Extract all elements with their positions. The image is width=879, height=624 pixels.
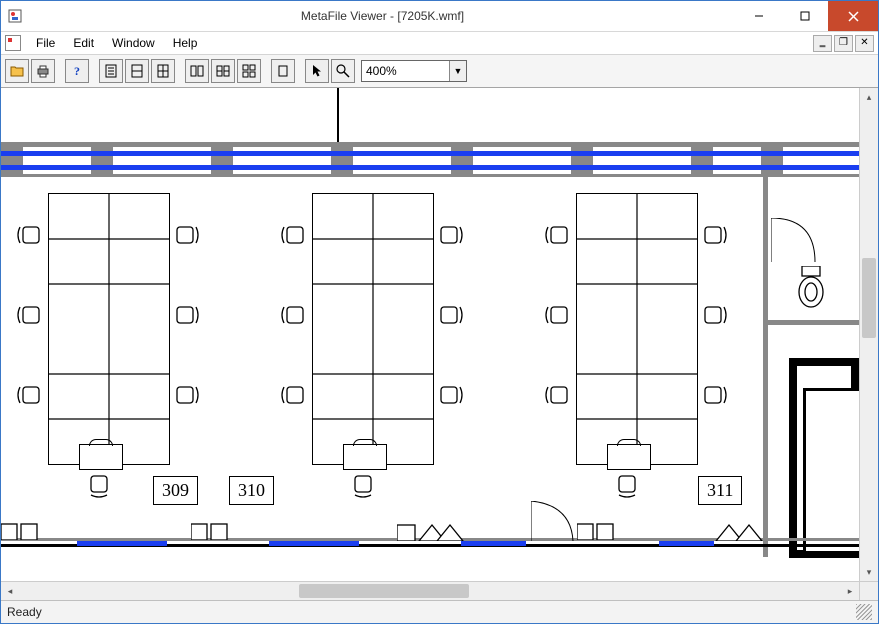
chair-icon: [279, 301, 307, 329]
fixture-icon: [1, 516, 51, 543]
room-label: 309: [153, 476, 198, 505]
four-up-button[interactable]: [237, 59, 261, 83]
fixture-icon: [397, 513, 467, 544]
chair-icon: [15, 381, 43, 409]
titlebar: MetaFile Viewer - [7205K.wmf]: [1, 1, 878, 32]
grid-button[interactable]: [151, 59, 175, 83]
help-button[interactable]: ?: [65, 59, 89, 83]
desk-cluster: [312, 193, 434, 465]
mdi-minimize-button[interactable]: ‗: [813, 35, 832, 52]
divider: [461, 541, 526, 546]
equipment-icon: [343, 444, 387, 470]
vertical-scrollbar[interactable]: ▴ ▾: [859, 88, 878, 581]
chair-icon: [15, 221, 43, 249]
window-controls: [736, 1, 878, 31]
fixture-icon: [714, 513, 769, 544]
scroll-thumb[interactable]: [299, 584, 469, 598]
app-icon: [7, 8, 23, 24]
mdi-restore-button[interactable]: ❐: [834, 35, 853, 52]
menubar: File Edit Window Help ‗ ❐ ✕: [1, 32, 878, 55]
desk-cluster: [576, 193, 698, 465]
wall-segment: [1, 174, 859, 177]
wall-segment: [763, 177, 768, 557]
print-button[interactable]: [31, 59, 55, 83]
content-area: 309 310 311 ▴ ▾: [1, 88, 878, 581]
chair-icon: [85, 472, 113, 500]
fit-page-button[interactable]: [99, 59, 123, 83]
chair-icon: [701, 381, 729, 409]
chair-icon: [543, 301, 571, 329]
single-page-button[interactable]: [271, 59, 295, 83]
resize-grip-icon[interactable]: [856, 604, 872, 620]
chair-icon: [279, 221, 307, 249]
document-canvas[interactable]: 309 310 311: [1, 88, 859, 581]
two-column-button[interactable]: [185, 59, 209, 83]
menu-window[interactable]: Window: [103, 34, 164, 52]
scroll-track[interactable]: [19, 582, 841, 600]
scroll-down-icon[interactable]: ▾: [860, 563, 878, 581]
zoom-select[interactable]: 400% ▼: [361, 60, 467, 82]
divider: [659, 541, 714, 546]
horizontal-scrollbar[interactable]: ◂ ▸: [1, 581, 878, 600]
scroll-left-icon[interactable]: ◂: [1, 582, 19, 600]
chair-icon: [173, 221, 201, 249]
pointer-button[interactable]: [305, 59, 329, 83]
maximize-button[interactable]: [782, 1, 828, 31]
menu-help[interactable]: Help: [164, 34, 207, 52]
scroll-up-icon[interactable]: ▴: [860, 88, 878, 106]
dropdown-arrow-icon: ▼: [449, 61, 466, 81]
chair-icon: [613, 472, 641, 500]
door-swing: [531, 501, 577, 541]
menu-edit[interactable]: Edit: [64, 34, 103, 52]
fixture-icon: [191, 516, 231, 543]
close-button[interactable]: [828, 1, 878, 31]
equipment-icon: [79, 444, 123, 470]
status-text: Ready: [7, 605, 42, 619]
fixture-icon: [577, 516, 617, 543]
menu-file[interactable]: File: [27, 34, 64, 52]
chair-icon: [279, 381, 307, 409]
divider: [77, 541, 167, 546]
zoom-button[interactable]: [331, 59, 355, 83]
chair-icon: [173, 381, 201, 409]
mdi-close-button[interactable]: ✕: [855, 35, 874, 52]
document-icon: [5, 35, 21, 51]
minimize-button[interactable]: [736, 1, 782, 31]
two-column-split-button[interactable]: [211, 59, 235, 83]
zoom-value: 400%: [366, 64, 397, 78]
open-button[interactable]: [5, 59, 29, 83]
wall-segment: [803, 388, 859, 554]
equipment-icon: [607, 444, 651, 470]
chair-icon: [349, 472, 377, 500]
chair-icon: [437, 221, 465, 249]
chair-icon: [173, 301, 201, 329]
scroll-thumb[interactable]: [862, 258, 876, 338]
chair-icon: [543, 221, 571, 249]
toolbar: ? 400% ▼: [1, 55, 878, 88]
chair-icon: [15, 301, 43, 329]
chair-icon: [543, 381, 571, 409]
chair-icon: [437, 301, 465, 329]
door-swing: [771, 218, 819, 266]
fit-width-button[interactable]: [125, 59, 149, 83]
window-title: MetaFile Viewer - [7205K.wmf]: [29, 9, 736, 23]
chair-icon: [701, 301, 729, 329]
mdi-controls: ‗ ❐ ✕: [813, 35, 874, 52]
divider: [1, 165, 859, 170]
desk-cluster: [48, 193, 170, 465]
chair-icon: [701, 221, 729, 249]
wall-segment: [768, 320, 859, 325]
room-label: 311: [698, 476, 742, 505]
fixture-icon: [796, 266, 826, 310]
divider: [269, 541, 359, 546]
divider: [1, 151, 859, 156]
wall-segment: [337, 88, 339, 148]
room-label: 310: [229, 476, 274, 505]
svg-text:?: ?: [74, 64, 80, 78]
app-window: MetaFile Viewer - [7205K.wmf] File Edit …: [0, 0, 879, 624]
scroll-right-icon[interactable]: ▸: [841, 582, 859, 600]
chair-icon: [437, 381, 465, 409]
statusbar: Ready: [1, 600, 878, 623]
